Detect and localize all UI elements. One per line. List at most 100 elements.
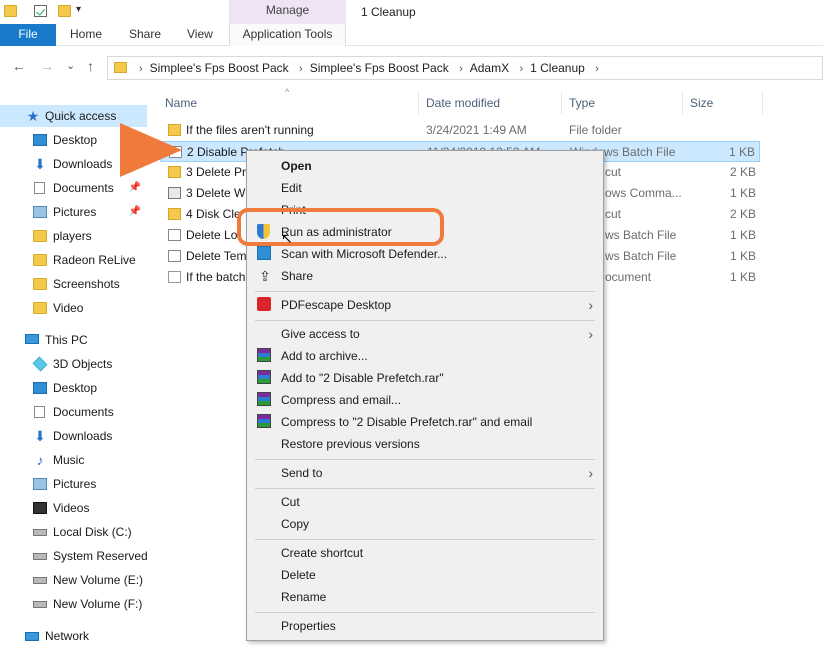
sidebar-item-pictures[interactable]: Pictures 📌 xyxy=(0,201,147,223)
column-header-date[interactable]: Date modified xyxy=(426,96,500,110)
menu-item-share[interactable]: ⇪ Share xyxy=(247,265,603,287)
menu-item-rename[interactable]: Rename xyxy=(247,586,603,608)
window-title: 1 Cleanup xyxy=(361,5,416,19)
sidebar-item-3d-objects[interactable]: 3D Objects xyxy=(0,353,147,375)
sidebar-item-new-volume-f[interactable]: New Volume (F:) xyxy=(0,593,147,615)
menu-item-label: Send to xyxy=(281,466,323,480)
column-header-size[interactable]: Size xyxy=(690,96,713,110)
sidebar-item-players[interactable]: players xyxy=(0,225,147,247)
qat-dropdown-icon[interactable]: ▾ xyxy=(76,4,81,15)
menu-divider xyxy=(255,320,595,321)
file-row[interactable]: If the files aren't running 3/24/2021 1:… xyxy=(160,120,760,141)
breadcrumb-item[interactable]: AdamX xyxy=(470,61,509,75)
menu-item-give-access[interactable]: Give access to › xyxy=(247,323,603,345)
menu-item-send-to[interactable]: Send to › xyxy=(247,462,603,484)
mouse-cursor-icon: ↖ xyxy=(281,230,293,246)
sidebar-item-documents[interactable]: Documents 📌 xyxy=(0,177,147,199)
menu-item-compress-email[interactable]: Compress and email... xyxy=(247,389,603,411)
sidebar-item-desktop[interactable]: Desktop xyxy=(0,377,147,399)
column-divider[interactable] xyxy=(682,92,683,114)
file-size: 1 KB xyxy=(729,228,756,242)
menu-item-restore-versions[interactable]: Restore previous versions xyxy=(247,433,603,455)
pin-icon: 📌 xyxy=(128,182,141,193)
column-header-type[interactable]: Type xyxy=(569,96,595,110)
menu-item-compress-rar-email[interactable]: Compress to "2 Disable Prefetch.rar" and… xyxy=(247,411,603,433)
new-folder-icon[interactable] xyxy=(58,5,71,17)
menu-item-copy[interactable]: Copy xyxy=(247,513,603,535)
menu-item-cut[interactable]: Cut xyxy=(247,491,603,513)
sidebar-item-videos[interactable]: Videos xyxy=(0,497,147,519)
file-name: 4 Disk Cle xyxy=(186,207,241,221)
computer-icon xyxy=(25,334,39,344)
menu-item-pdfescape[interactable]: PDFescape Desktop › xyxy=(247,294,603,316)
file-name: Delete Temp xyxy=(186,249,254,263)
column-divider[interactable] xyxy=(418,92,419,114)
defender-icon xyxy=(257,246,271,260)
breadcrumb: › Simplee's Fps Boost Pack › Simplee's Fps… xyxy=(132,61,606,75)
sidebar-item-documents[interactable]: Documents xyxy=(0,401,147,423)
sidebar-item-downloads[interactable]: ⬇ Downloads xyxy=(0,425,147,447)
column-divider[interactable] xyxy=(762,92,763,114)
sidebar-item-radeon-relive[interactable]: Radeon ReLive xyxy=(0,249,147,271)
disk-icon xyxy=(33,529,47,536)
column-header-name[interactable]: Name xyxy=(165,96,197,110)
file-type: cut xyxy=(605,165,622,179)
menu-item-create-shortcut[interactable]: Create shortcut xyxy=(247,542,603,564)
menu-item-open[interactable]: Open xyxy=(247,155,603,177)
file-type: ws Batch File xyxy=(605,228,677,242)
sidebar-item-label: Video xyxy=(53,301,84,315)
menu-divider xyxy=(255,488,595,489)
sidebar-item-label: Videos xyxy=(53,501,90,515)
sidebar-item-pictures[interactable]: Pictures xyxy=(0,473,147,495)
manage-context-tab[interactable]: Manage xyxy=(229,0,346,24)
sidebar-item-new-volume-e[interactable]: New Volume (E:) xyxy=(0,569,147,591)
menu-item-add-to-archive[interactable]: Add to archive... xyxy=(247,345,603,367)
file-name: If the batch xyxy=(186,270,246,284)
address-bar[interactable]: › Simplee's Fps Boost Pack › Simplee's Fps… xyxy=(107,56,823,80)
tab-share[interactable]: Share xyxy=(129,24,161,46)
sidebar-item-system-reserved[interactable]: System Reserved xyxy=(0,545,148,567)
file-size: 1 KB xyxy=(729,249,756,263)
winrar-icon xyxy=(257,414,271,428)
file-size: 1 KB xyxy=(728,145,755,159)
tab-file[interactable]: File xyxy=(0,24,56,46)
sidebar-item-video[interactable]: Video xyxy=(0,297,147,319)
chevron-right-icon: › xyxy=(519,63,524,75)
breadcrumb-item[interactable]: 1 Cleanup xyxy=(530,61,585,75)
menu-item-delete[interactable]: Delete xyxy=(247,564,603,586)
sidebar-item-label: Network xyxy=(45,629,90,643)
documents-icon xyxy=(34,406,45,418)
back-button[interactable]: ← xyxy=(12,58,26,74)
forward-button[interactable]: → xyxy=(40,58,54,74)
menu-item-label: Compress and email... xyxy=(281,393,402,407)
menu-item-properties[interactable]: Properties xyxy=(247,615,603,637)
sidebar-item-label: Desktop xyxy=(53,133,98,147)
tab-application-tools[interactable]: Application Tools xyxy=(229,24,346,46)
chevron-right-icon[interactable]: › xyxy=(595,63,599,75)
sidebar-item-label: Pictures xyxy=(53,205,97,219)
file-type: ws Batch File xyxy=(605,249,677,263)
sidebar-item-label: Local Disk (C:) xyxy=(53,525,132,539)
sidebar-item-label: New Volume (F:) xyxy=(53,597,143,611)
file-date: 3/24/2021 1:49 AM xyxy=(426,123,527,137)
sidebar-item-screenshots[interactable]: Screenshots xyxy=(0,273,147,295)
properties-check-icon[interactable] xyxy=(34,5,47,17)
menu-item-scan-defender[interactable]: Scan with Microsoft Defender... xyxy=(247,243,603,265)
breadcrumb-item[interactable]: Simplee's Fps Boost Pack xyxy=(150,61,289,75)
menu-item-label: Properties xyxy=(281,619,336,633)
menu-item-add-to-rar[interactable]: Add to "2 Disable Prefetch.rar" xyxy=(247,367,603,389)
menu-item-edit[interactable]: Edit xyxy=(247,177,603,199)
sidebar-item-this-pc[interactable]: This PC xyxy=(0,329,147,351)
recent-locations-button[interactable]: ⌄ xyxy=(66,59,75,72)
sidebar-item-local-disk-c[interactable]: Local Disk (C:) xyxy=(0,521,147,543)
chevron-right-icon: › xyxy=(459,63,463,75)
tab-home[interactable]: Home xyxy=(70,24,102,46)
sidebar-item-music[interactable]: ♪ Music xyxy=(0,449,147,471)
sidebar-item-network[interactable]: Network xyxy=(0,625,147,647)
folder-icon xyxy=(4,5,17,17)
column-divider[interactable] xyxy=(561,92,562,114)
tab-view[interactable]: View xyxy=(187,24,213,46)
navigation-bar: ← → ⌄ ↑ › Simplee's Fps Boost Pack › Simpl… xyxy=(0,46,823,88)
up-button[interactable]: ↑ xyxy=(87,58,94,74)
breadcrumb-item[interactable]: Simplee's Fps Boost Pack xyxy=(310,61,449,75)
